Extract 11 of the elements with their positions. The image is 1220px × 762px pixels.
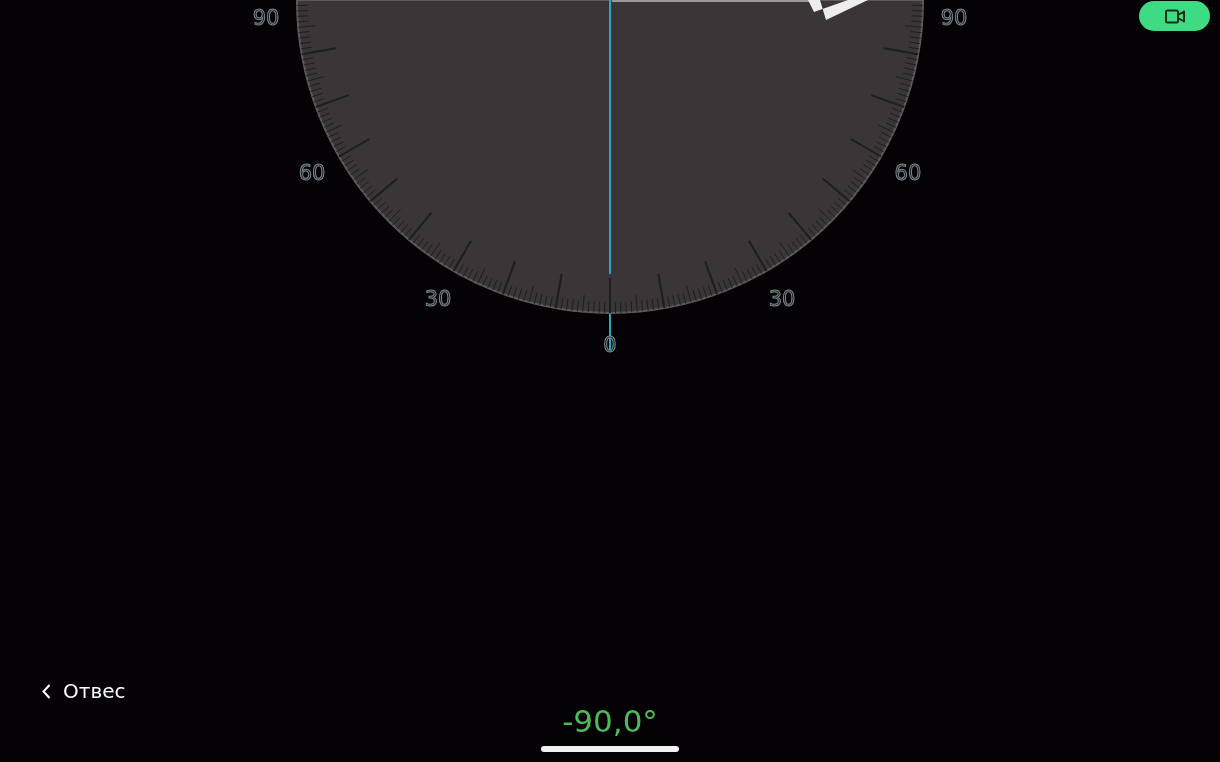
scale-label: 30 [768,286,796,311]
scale-label: 90 [252,6,280,30]
video-camera-icon [1164,8,1185,24]
scale-label: 60 [894,161,922,185]
scale-label: 30 [424,286,452,311]
back-link[interactable]: Отвес [42,676,126,706]
chevron-left-icon [42,683,51,699]
scale-label: 90 [940,6,968,30]
scale-label: 60 [298,161,326,185]
angle-reading: -90,0° [562,703,658,738]
record-button[interactable] [1139,1,1210,31]
